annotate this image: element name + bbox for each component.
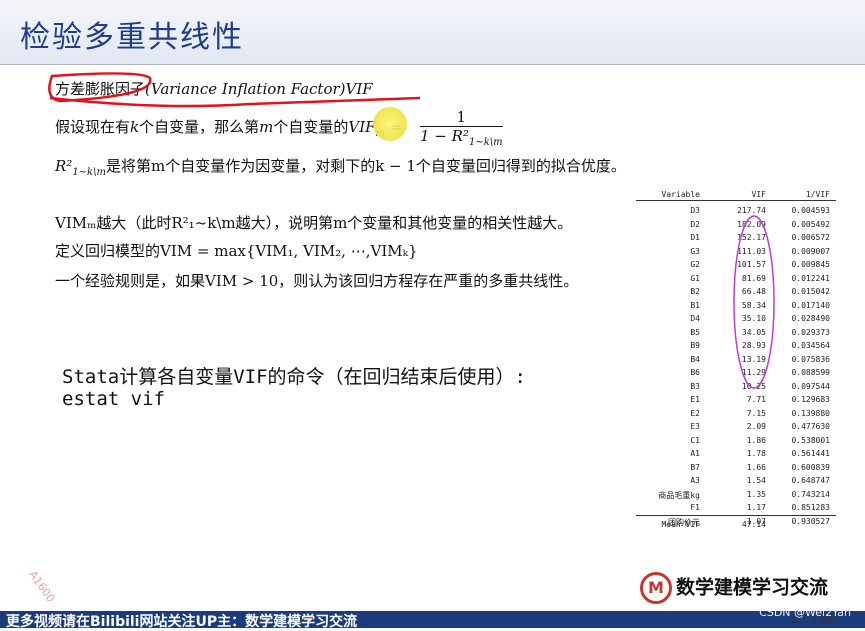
red-underline-annotation [49,96,421,108]
pink-ellipse-annotation [733,215,775,389]
brand-logo: M 数学建模学习交流 [640,572,828,604]
footer-text: 更多视频请在Bilibili网站关注UP主：数学建模学习交流 [6,614,358,630]
csdn-watermark: CSDN @Wei2Yan [759,606,851,619]
annotation-layer [48,72,775,389]
logo-mark: M [640,572,672,604]
red-circle-annotation [48,72,152,103]
footer-bar: 更多视频请在Bilibili网站关注UP主：数学建模学习交流 [0,611,865,630]
